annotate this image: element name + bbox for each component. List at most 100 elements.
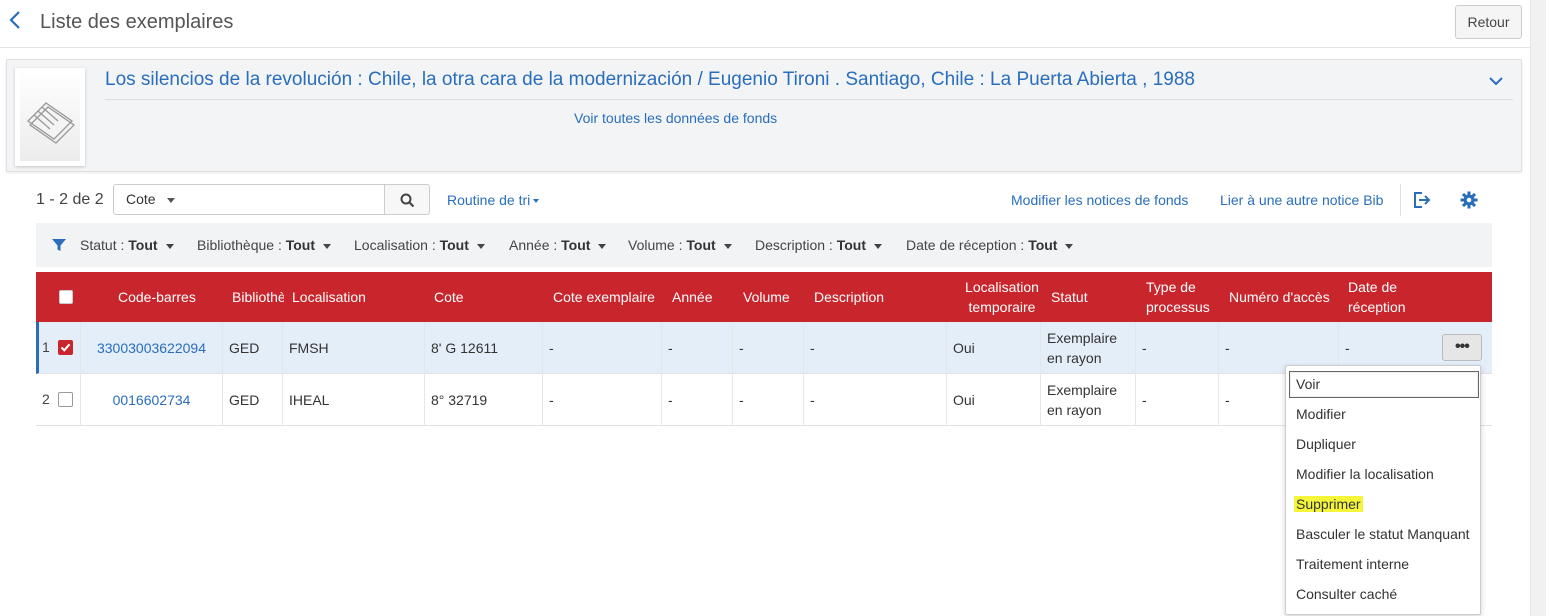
menu-item-delete-label: Supprimer (1294, 496, 1363, 512)
caret-down-icon (476, 243, 485, 249)
filter-value: Tout (128, 237, 158, 253)
item-call-cell: - (542, 374, 661, 426)
location-cell: FMSH (282, 322, 424, 374)
filter-value: Tout (1028, 237, 1058, 253)
sort-routine-label: Routine de tri (447, 192, 531, 208)
table-row[interactable]: 1 33003003622094 GED FMSH 8' G 12611 - -… (36, 322, 1492, 374)
status-cell: Exemplaire en rayon (1040, 322, 1135, 374)
page-header: Liste des exemplaires Retour (0, 0, 1530, 48)
caret-down-icon (873, 243, 882, 249)
filter-description[interactable]: Description : Tout (755, 237, 882, 253)
menu-item-view-hidden[interactable]: Consulter caché (1289, 581, 1479, 608)
divider (105, 99, 1513, 100)
chevron-down-icon[interactable] (1487, 72, 1505, 90)
record-panel: Los silencios de la revolución : Chile, … (6, 59, 1522, 172)
filter-label: Année : (509, 237, 558, 253)
search-field-value: Cote (126, 191, 156, 207)
table-row[interactable]: 2 0016602734 GED IHEAL 8° 32719 - - - - … (36, 374, 1492, 426)
filter-label: Volume : (628, 237, 683, 253)
results-count: 1 - 2 de 2 (36, 191, 104, 208)
description-cell: - (803, 374, 946, 426)
filter-value: Tout (285, 237, 316, 253)
column-header[interactable]: Année (672, 272, 712, 322)
process-type-cell: - (1135, 322, 1218, 374)
filter-receipt-date[interactable]: Date de réception : Tout (906, 237, 1074, 253)
back-button[interactable]: Retour (1455, 5, 1522, 39)
filter-status[interactable]: Statut : Tout (80, 237, 174, 253)
column-header[interactable]: Volume (743, 272, 790, 322)
caret-down-icon (167, 198, 175, 203)
checkmark-icon (60, 343, 71, 352)
column-header[interactable]: Cote exemplaire (553, 272, 655, 322)
filter-label: Statut : (80, 237, 125, 253)
row-actions-button[interactable]: ••• (1442, 334, 1482, 361)
view-holdings-link[interactable]: Voir toutes les données de fonds (574, 110, 777, 126)
sort-routine-dropdown[interactable]: Routine de tri (447, 192, 540, 208)
row-number: 1 (42, 339, 50, 355)
column-header[interactable]: Statut (1051, 272, 1088, 322)
search-field-select[interactable]: Cote (113, 184, 185, 215)
select-all-checkbox[interactable] (59, 290, 73, 304)
row-number: 2 (42, 391, 50, 407)
temp-location-cell: Oui (946, 322, 1040, 374)
table-header: Code-barres Bibliothèque Localisation Co… (36, 272, 1492, 322)
filter-library[interactable]: Bibliothèque : Tout (197, 237, 332, 253)
column-header[interactable]: Type de processus (1146, 272, 1221, 322)
book-icon (20, 73, 80, 161)
menu-item-toggle-missing[interactable]: Basculer le statut Manquant (1289, 521, 1479, 548)
column-header[interactable]: Date de réception (1348, 272, 1428, 322)
menu-item-delete[interactable]: Supprimer (1289, 491, 1479, 518)
filter-volume[interactable]: Volume : Tout (628, 237, 732, 253)
search-button[interactable] (384, 184, 430, 215)
column-header[interactable]: Cote (434, 272, 464, 322)
column-header[interactable]: Localisation temporaire (956, 272, 1048, 322)
filter-value: Tout (561, 237, 591, 253)
book-thumbnail (15, 68, 85, 166)
row-checkbox[interactable] (58, 392, 73, 407)
filter-year[interactable]: Année : Tout (509, 237, 607, 253)
page-title: Liste des exemplaires (40, 11, 234, 33)
filter-value: Tout (439, 237, 469, 253)
caret-down-icon (598, 243, 607, 249)
library-cell: GED (222, 322, 282, 374)
edit-holdings-link[interactable]: Modifier les notices de fonds (1011, 192, 1188, 208)
process-type-cell: - (1135, 374, 1218, 426)
gear-icon[interactable] (1460, 191, 1478, 209)
menu-item-edit[interactable]: Modifier (1289, 401, 1479, 428)
record-title-link[interactable]: Los silencios de la revolución : Chile, … (105, 69, 1195, 91)
filter-label: Description : (755, 237, 833, 253)
filter-location[interactable]: Localisation : Tout (354, 237, 485, 253)
link-bib-link[interactable]: Lier à une autre notice Bib (1220, 192, 1383, 208)
column-header[interactable]: Numéro d'accès (1229, 272, 1330, 322)
row-actions-menu: Voir Modifier Dupliquer Modifier la loca… (1285, 365, 1481, 615)
menu-item-duplicate[interactable]: Dupliquer (1289, 431, 1479, 458)
column-header[interactable]: Localisation (292, 272, 366, 322)
column-header[interactable]: Description (814, 272, 884, 322)
caret-down-icon (533, 199, 540, 204)
filter-bar: Statut : Tout Bibliothèque : Tout Locali… (36, 223, 1492, 267)
filter-value: Tout (686, 237, 716, 253)
barcode-link[interactable]: 33003003622094 (80, 322, 222, 374)
search-icon (400, 193, 415, 208)
filter-label: Bibliothèque : (197, 237, 282, 253)
more-icon: ••• (1455, 338, 1470, 355)
location-cell: IHEAL (282, 374, 424, 426)
column-header[interactable]: Code-barres (118, 272, 196, 322)
page-scrollbar[interactable] (1530, 0, 1546, 616)
menu-item-change-location[interactable]: Modifier la localisation (1289, 461, 1479, 488)
call-number-cell: 8' G 12611 (424, 322, 542, 374)
filter-label: Localisation : (354, 237, 436, 253)
barcode-link[interactable]: 0016602734 (80, 374, 222, 426)
column-header[interactable]: Bibliothèque (232, 272, 284, 322)
chevron-left-icon[interactable] (8, 9, 28, 35)
description-cell: - (803, 322, 946, 374)
menu-item-view[interactable]: Voir (1289, 371, 1479, 398)
call-number-cell: 8° 32719 (424, 374, 542, 426)
menu-item-internal-processing[interactable]: Traitement interne (1289, 551, 1479, 578)
search-input[interactable] (184, 184, 385, 215)
temp-location-cell: Oui (946, 374, 1040, 426)
year-cell: - (661, 374, 732, 426)
caret-down-icon (1065, 243, 1074, 249)
export-icon[interactable] (1412, 191, 1432, 209)
row-checkbox[interactable] (58, 340, 73, 355)
